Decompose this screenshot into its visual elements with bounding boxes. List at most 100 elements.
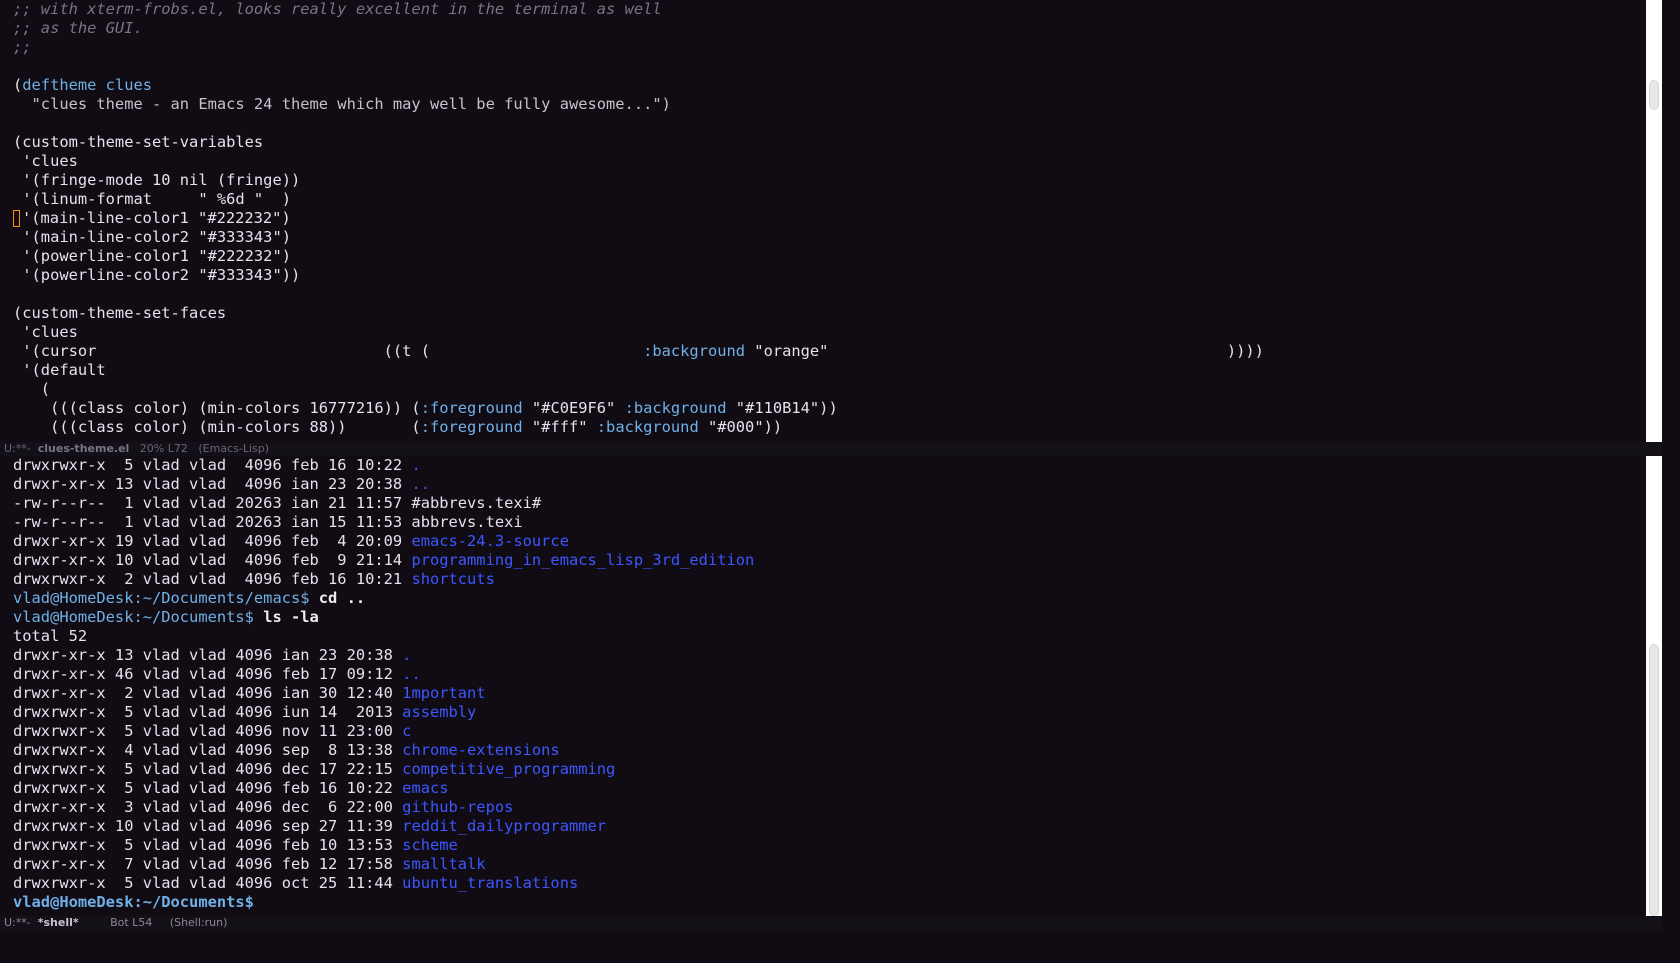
code-line: ;; — [13, 38, 1645, 57]
directory-link[interactable]: .. — [411, 475, 430, 493]
directory-link[interactable]: shortcuts — [411, 570, 494, 588]
directory-link[interactable]: competitive_programming — [402, 760, 615, 778]
code-text: '(powerline-color2 "#333343")) — [13, 266, 301, 284]
text-segment: -rw-r--r-- 1 vlad vlad 20263 ian 15 11:5… — [13, 513, 523, 531]
shell-line: drwxrwxr-x 5 vlad vlad 4096 iun 14 2013 … — [13, 703, 1645, 722]
shell-line: total 52 — [13, 627, 1645, 646]
directory-link[interactable]: programming_in_emacs_lisp_3rd_edition — [411, 551, 754, 569]
directory-link[interactable]: c — [402, 722, 411, 740]
text-segment: "#fff" — [522, 418, 597, 436]
shell-line: -rw-r--r-- 1 vlad vlad 20263 ian 15 11:5… — [13, 513, 1645, 532]
directory-link[interactable]: reddit_dailyprogrammer — [402, 817, 606, 835]
shell-prompt: vlad@HomeDesk:~/Documents$ — [13, 608, 264, 626]
modeline-mode[interactable]: (Shell:run) — [170, 916, 228, 929]
modeline-position: Bot L54 — [78, 916, 170, 929]
text-segment: drwxrwxr-x 5 vlad vlad 4096 iun 14 2013 — [13, 703, 403, 721]
code-line: ;; as the GUI. — [13, 19, 1645, 38]
directory-link[interactable]: .. — [402, 665, 421, 683]
shell-prompt: vlad@HomeDesk:~/Documents/emacs$ — [13, 589, 319, 607]
directory-link[interactable]: emacs — [402, 779, 448, 797]
directory-link[interactable]: chrome-extensions — [402, 741, 560, 759]
code-text: (custom-theme-set-variables — [13, 133, 264, 151]
code-text: (custom-theme-set-faces — [13, 304, 227, 322]
code-line: '(main-line-color2 "#333343") — [13, 228, 1645, 247]
directory-link[interactable]: smalltalk — [402, 855, 485, 873]
code-line: '(fringe-mode 10 nil (fringe)) — [13, 171, 1645, 190]
code-line: '(linum-format " %6d " ) — [13, 190, 1645, 209]
text-segment: drwxrwxr-x 10 vlad vlad 4096 sep 27 11:3… — [13, 817, 403, 835]
shell-line: drwxrwxr-x 10 vlad vlad 4096 sep 27 11:3… — [13, 817, 1645, 836]
text-segment: "#C0E9F6" — [522, 399, 625, 417]
editor-scrollbar[interactable] — [1646, 0, 1662, 442]
shell-line: drwxr-xr-x 10 vlad vlad 4096 feb 9 21:14… — [13, 551, 1645, 570]
directory-link[interactable]: . — [402, 646, 411, 664]
shell-line: drwxrwxr-x 4 vlad vlad 4096 sep 8 13:38 … — [13, 741, 1645, 760]
code-comment: ;; as the GUI. — [13, 19, 143, 37]
editor-text-area[interactable]: ;; with xterm-frobs.el, looks really exc… — [0, 0, 1645, 437]
shell-modeline: U:**- *shell* Bot L54 (Shell:run) — [0, 916, 1680, 930]
text-segment: drwxr-xr-x 19 vlad vlad 4096 feb 4 20:09 — [13, 532, 412, 550]
code-text: '(powerline-color1 "#222232") — [13, 247, 291, 265]
modeline-buffer-name[interactable]: clues-theme.el — [38, 442, 130, 455]
code-line: (((class color) (min-colors 16777216)) (… — [13, 399, 1645, 418]
code-line: (((class color) (min-colors 88)) (:foreg… — [13, 418, 1645, 437]
shell-command: ls -la — [263, 608, 319, 626]
text-segment: drwxr-xr-x 46 vlad vlad 4096 feb 17 09:1… — [13, 665, 403, 683]
text-segment: "orange" )))) — [745, 342, 1264, 360]
editor-scrollbar-thumb[interactable] — [1649, 80, 1659, 110]
directory-link[interactable]: assembly — [402, 703, 476, 721]
text-segment: drwxr-xr-x 10 vlad vlad 4096 feb 9 21:14 — [13, 551, 412, 569]
text-segment: '(cursor ((t ( — [13, 342, 644, 360]
code-line: 'clues — [13, 323, 1645, 342]
code-text: '(main-line-color1 "#222232") — [22, 209, 291, 227]
text-segment: drwxrwxr-x 5 vlad vlad 4096 dec 17 22:15 — [13, 760, 403, 778]
code-text: 'clues — [13, 323, 78, 341]
shell-scrollbar-thumb[interactable] — [1649, 644, 1659, 916]
text-cursor — [13, 210, 20, 227]
text-segment: (((class color) (min-colors 16777216)) ( — [13, 399, 421, 417]
shell-line: drwxrwxr-x 2 vlad vlad 4096 feb 16 10:21… — [13, 570, 1645, 589]
code-line: '(cursor ((t ( :background "orange" )))) — [13, 342, 1645, 361]
window-edge — [1662, 0, 1680, 963]
modeline-buffer-name[interactable]: *shell* — [38, 916, 79, 929]
shell-line: vlad@HomeDesk:~/Documents$ — [13, 893, 1645, 912]
code-line: ( — [13, 380, 1645, 399]
minibuffer[interactable] — [0, 930, 1680, 963]
shell-line: vlad@HomeDesk:~/Documents$ ls -la — [13, 608, 1645, 627]
code-comment: ;; with xterm-frobs.el, looks really exc… — [13, 0, 662, 18]
code-line: ;; with xterm-frobs.el, looks really exc… — [13, 0, 1645, 19]
text-segment: drwxr-xr-x 13 vlad vlad 4096 ian 23 20:3… — [13, 475, 412, 493]
directory-link[interactable]: github-repos — [402, 798, 513, 816]
modeline-status: U:**- — [4, 916, 38, 929]
directory-link[interactable]: emacs-24.3-source — [411, 532, 569, 550]
shell-line: drwxrwxr-x 5 vlad vlad 4096 feb 10 13:53… — [13, 836, 1645, 855]
directory-link[interactable]: ubuntu_translations — [402, 874, 578, 892]
shell-line: drwxr-xr-x 13 vlad vlad 4096 ian 23 20:3… — [13, 646, 1645, 665]
text-segment: drwxrwxr-x 5 vlad vlad 4096 feb 16 10:22 — [13, 779, 403, 797]
code-line: (deftheme clues — [13, 76, 1645, 95]
text-segment: drwxrwxr-x 5 vlad vlad 4096 feb 10 13:53 — [13, 836, 403, 854]
text-segment: drwxr-xr-x 7 vlad vlad 4096 feb 12 17:58 — [13, 855, 403, 873]
shell-line: drwxr-xr-x 2 vlad vlad 4096 ian 30 12:40… — [13, 684, 1645, 703]
directory-link[interactable]: 1mportant — [402, 684, 485, 702]
code-line: (custom-theme-set-faces — [13, 304, 1645, 323]
shell-line: drwxrwxr-x 5 vlad vlad 4096 nov 11 23:00… — [13, 722, 1645, 741]
directory-link[interactable]: . — [411, 456, 420, 474]
text-segment: drwxr-xr-x 3 vlad vlad 4096 dec 6 22:00 — [13, 798, 403, 816]
editor-pane[interactable]: ;; with xterm-frobs.el, looks really exc… — [0, 0, 1645, 442]
shell-pane[interactable]: drwxrwxr-x 5 vlad vlad 4096 feb 16 10:22… — [0, 456, 1645, 916]
text-segment: ( — [13, 76, 23, 94]
shell-scrollbar[interactable] — [1646, 456, 1662, 916]
text-segment: drwxrwxr-x 2 vlad vlad 4096 feb 16 10:21 — [13, 570, 412, 588]
text-segment: deftheme clues — [22, 76, 153, 94]
modeline-mode[interactable]: (Emacs-Lisp) — [198, 442, 269, 455]
shell-line: -rw-r--r-- 1 vlad vlad 20263 ian 21 11:5… — [13, 494, 1645, 513]
shell-output[interactable]: drwxrwxr-x 5 vlad vlad 4096 feb 16 10:22… — [0, 456, 1645, 912]
text-segment: :background — [624, 399, 727, 417]
directory-link[interactable]: scheme — [402, 836, 458, 854]
code-line: (custom-theme-set-variables — [13, 133, 1645, 152]
text-segment: drwxrwxr-x 5 vlad vlad 4096 feb 16 10:22 — [13, 456, 412, 474]
code-line: '(powerline-color1 "#222232") — [13, 247, 1645, 266]
